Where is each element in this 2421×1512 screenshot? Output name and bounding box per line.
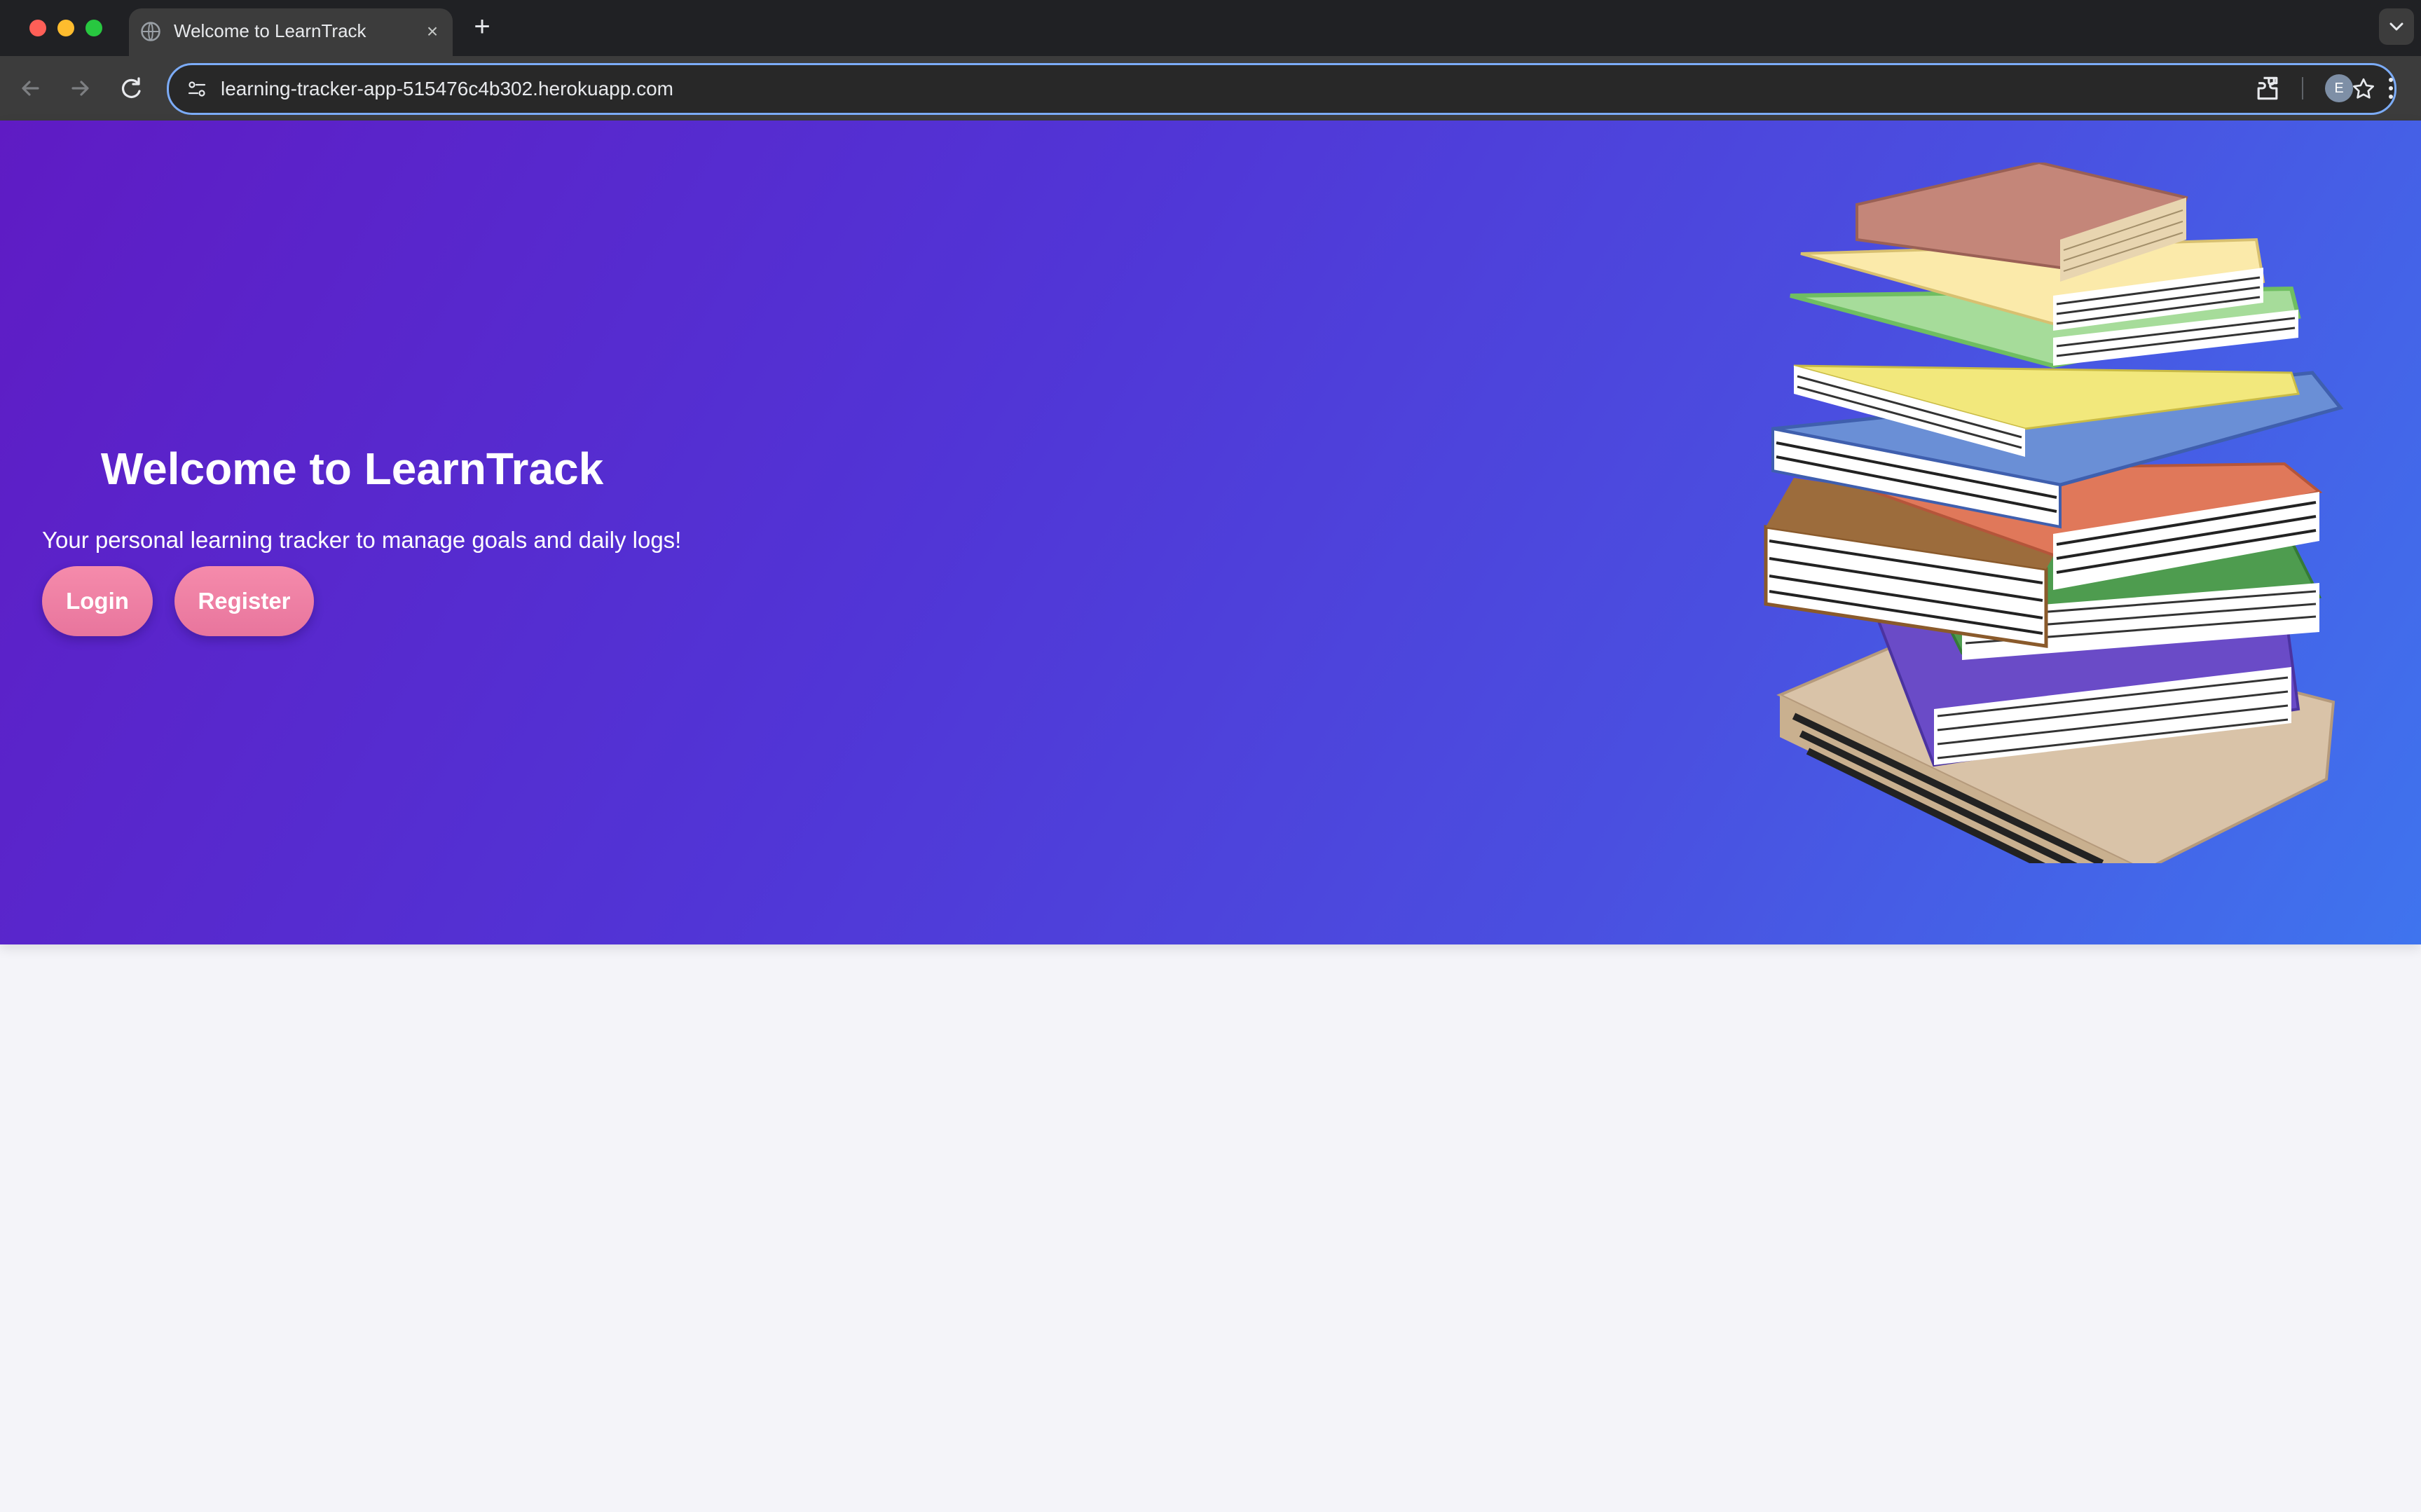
hero-section: Welcome to LearnTrack Your personal lear…	[0, 121, 2421, 944]
window-minimize-button[interactable]	[57, 20, 74, 36]
book-stack-illustration	[1764, 163, 2344, 863]
window-close-button[interactable]	[29, 20, 46, 36]
address-bar[interactable]: learning-tracker-app-515476c4b302.heroku…	[167, 63, 2396, 115]
kebab-menu-icon[interactable]	[2382, 73, 2399, 104]
back-arrow-icon[interactable]	[14, 71, 48, 105]
browser-tab-strip: Welcome to LearnTrack × +	[0, 0, 2421, 56]
reload-icon[interactable]	[115, 71, 149, 105]
plus-icon[interactable]: +	[468, 13, 496, 41]
login-button[interactable]: Login	[42, 566, 153, 636]
browser-toolbar: learning-tracker-app-515476c4b302.heroku…	[0, 56, 2421, 121]
extensions-icon[interactable]	[2252, 73, 2283, 104]
forward-arrow-icon[interactable]	[63, 71, 97, 105]
tab-title: Welcome to LearnTrack	[174, 20, 366, 41]
page-title: Welcome to LearnTrack	[100, 444, 604, 494]
window-zoom-button[interactable]	[85, 20, 102, 36]
bookmark-star-icon[interactable]	[2351, 76, 2376, 102]
site-info-icon[interactable]	[186, 78, 208, 100]
tab-search-button[interactable]	[2379, 8, 2414, 45]
hero-subtitle: Your personal learning tracker to manage…	[42, 527, 682, 553]
profile-avatar[interactable]: E	[2325, 74, 2353, 102]
close-icon[interactable]: ×	[422, 21, 443, 42]
globe-icon	[141, 22, 160, 41]
url-text: learning-tracker-app-515476c4b302.heroku…	[221, 78, 673, 99]
browser-tab[interactable]: Welcome to LearnTrack ×	[129, 8, 453, 56]
page-viewport: Welcome to LearnTrack Your personal lear…	[0, 121, 2421, 1512]
chevron-down-icon	[2389, 22, 2403, 31]
register-button[interactable]: Register	[174, 566, 314, 636]
toolbar-separator	[2302, 77, 2303, 99]
